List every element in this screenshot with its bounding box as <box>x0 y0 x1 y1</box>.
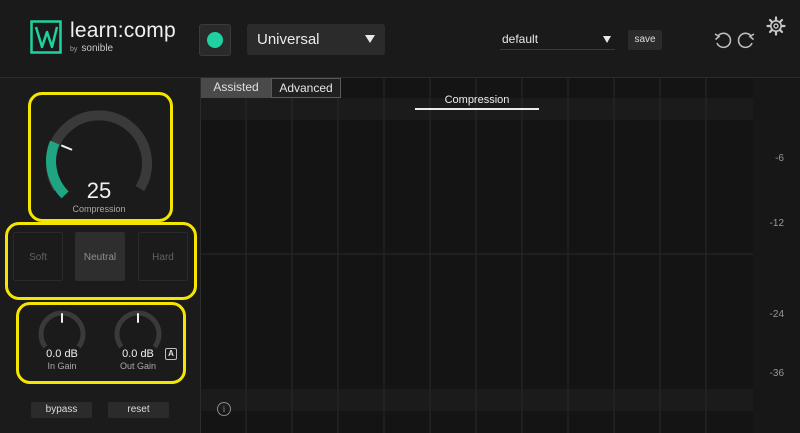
preset-value: default <box>502 32 539 46</box>
db-scale-tick: -12 <box>769 218 784 229</box>
dropdown-caret-icon <box>603 36 611 43</box>
tab-assisted[interactable]: Assisted <box>201 78 271 98</box>
info-icon[interactable]: i <box>217 402 231 416</box>
save-button[interactable]: save <box>628 30 662 50</box>
gear-icon[interactable] <box>766 16 786 36</box>
sonible-logo-icon <box>30 20 62 54</box>
logo: learn:comp by sonible <box>30 20 176 54</box>
db-scale: -6 -12 -24 -36 <box>753 78 800 433</box>
compression-graph: Assisted Advanced Compression i <box>200 78 754 433</box>
highlight-compression-section <box>28 92 173 222</box>
profile-dropdown[interactable]: Universal <box>247 24 385 55</box>
dropdown-caret-icon <box>365 35 375 43</box>
preset-dropdown[interactable]: default <box>500 30 615 50</box>
graph-title-underline <box>415 108 539 110</box>
graph-title: Compression <box>444 94 510 106</box>
reset-button[interactable]: reset <box>108 402 169 418</box>
profile-value: Universal <box>257 31 320 48</box>
app-name: learn:comp <box>70 19 176 42</box>
by-label: by <box>70 46 78 53</box>
redo-icon[interactable] <box>736 30 756 50</box>
db-scale-tick: -24 <box>769 309 784 320</box>
undo-icon[interactable] <box>713 30 733 50</box>
brand-name: sonible <box>81 43 114 54</box>
highlight-style-section <box>5 222 197 300</box>
db-scale-tick: -6 <box>775 153 784 164</box>
bypass-button[interactable]: bypass <box>31 402 92 418</box>
db-scale-tick: -36 <box>769 368 784 379</box>
graph-grid <box>201 78 754 433</box>
top-bar: learn:comp by sonible Universal default s… <box>0 0 800 78</box>
power-icon <box>207 32 223 48</box>
tab-advanced[interactable]: Advanced <box>271 78 341 98</box>
power-button[interactable] <box>199 24 231 56</box>
highlight-gain-section <box>16 302 186 384</box>
